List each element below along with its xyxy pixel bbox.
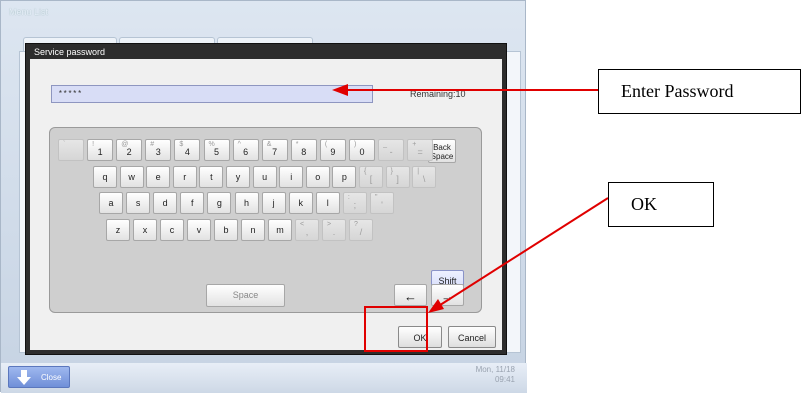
arrow-head-icon	[428, 299, 444, 313]
ok-highlight-box	[364, 306, 428, 352]
ok-callout: OK	[608, 182, 714, 227]
enter-password-callout: Enter Password	[598, 69, 801, 114]
ok-arrow	[436, 197, 609, 308]
arrow-left-icon	[332, 84, 348, 96]
